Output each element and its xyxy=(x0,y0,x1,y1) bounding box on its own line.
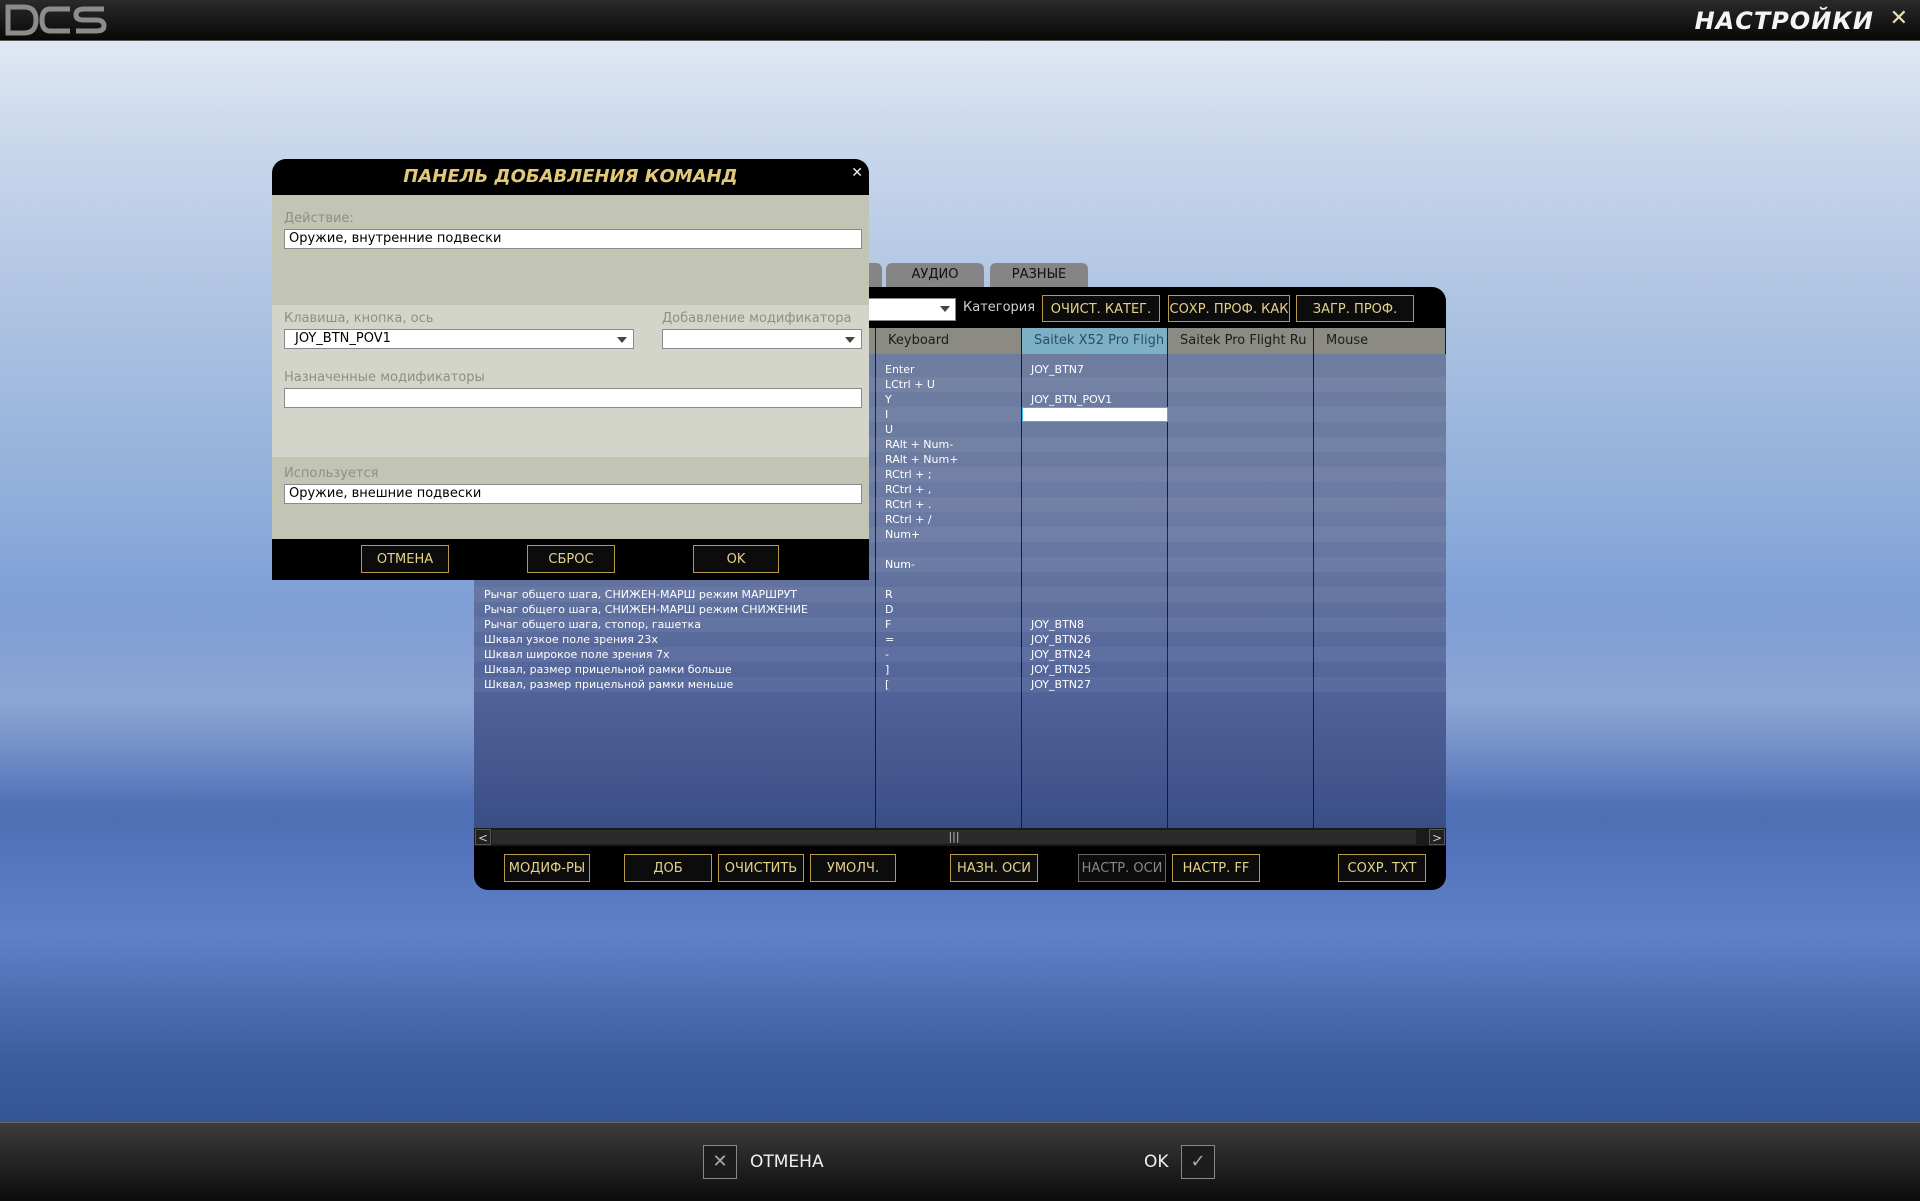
table-row[interactable]: Шквал узкое поле зрения 23x = JOY_BTN26 xyxy=(474,632,1446,647)
row-keyboard[interactable]: U xyxy=(885,423,893,436)
dialog-cancel-button[interactable]: ОТМЕНА xyxy=(361,545,449,573)
selected-cell[interactable] xyxy=(1022,407,1168,422)
row-keyboard[interactable]: I xyxy=(885,408,888,421)
used-label: Используется xyxy=(284,466,379,481)
row-action: Шквал широкое поле зрения 7x xyxy=(484,648,670,661)
row-x52[interactable]: JOY_BTN8 xyxy=(1031,618,1084,631)
tab-misc[interactable]: РАЗНЫЕ xyxy=(990,263,1088,287)
scroll-thumb[interactable]: ||| xyxy=(492,830,1416,844)
row-keyboard[interactable]: RCtrl + / xyxy=(885,513,932,526)
key-combo[interactable]: JOY_BTN_POV1 xyxy=(284,329,634,349)
dcs-logo xyxy=(5,4,107,36)
row-keyboard[interactable]: ] xyxy=(885,663,889,676)
key-section: Клавиша, кнопка, ось JOY_BTN_POV1 Добавл… xyxy=(272,305,869,457)
chevron-down-icon xyxy=(617,337,627,343)
key-combo-value: JOY_BTN_POV1 xyxy=(295,331,391,346)
row-action: Рычаг общего шага, СНИЖЕН-МАРШ режим МАР… xyxy=(484,588,798,601)
assigned-modifiers-field[interactable] xyxy=(284,388,862,408)
row-keyboard[interactable]: R xyxy=(885,588,893,601)
assigned-modifiers-label: Назначенные модификаторы xyxy=(284,370,485,385)
table-row[interactable]: Шквал, размер прицельной рамки меньше [ JO… xyxy=(474,677,1446,692)
used-section: Используется Оружие, внешние подвески xyxy=(272,457,869,539)
header-rudder[interactable]: Saitek Pro Flight Ru xyxy=(1168,328,1314,354)
footer-cancel-label[interactable]: ОТМЕНА xyxy=(750,1152,824,1172)
axis-tune-button[interactable]: НАСТР. ОСИ xyxy=(1078,854,1166,882)
table-row[interactable]: Рычаг общего шага, стопор, гашетка F JOY_B… xyxy=(474,617,1446,632)
category-combo[interactable] xyxy=(862,298,956,321)
horizontal-scrollbar[interactable]: < ||| > xyxy=(474,828,1446,846)
top-bar: НАСТРОЙКИ ✕ xyxy=(0,0,1920,41)
row-x52[interactable]: JOY_BTN7 xyxy=(1031,363,1084,376)
scroll-left-icon[interactable]: < xyxy=(475,829,491,845)
bottom-bar: ✕ ОТМЕНА OK ✓ xyxy=(0,1122,1920,1201)
modifier-combo[interactable] xyxy=(662,329,862,349)
row-action: Шквал, размер прицельной рамки меньше xyxy=(484,678,734,691)
table-row[interactable]: Рычаг общего шага, СНИЖЕН-МАРШ режим СНИ… xyxy=(474,602,1446,617)
row-keyboard[interactable]: = xyxy=(885,633,894,646)
dialog-close-icon[interactable]: ✕ xyxy=(851,165,863,181)
row-keyboard[interactable]: Num- xyxy=(885,558,915,571)
app-title: НАСТРОЙКИ xyxy=(1694,7,1874,35)
assign-axis-button[interactable]: НАЗН. ОСИ xyxy=(950,854,1038,882)
row-x52[interactable]: JOY_BTN_POV1 xyxy=(1031,393,1112,406)
row-keyboard[interactable]: Y xyxy=(885,393,892,406)
dialog-reset-button[interactable]: СБРОС xyxy=(527,545,615,573)
row-keyboard[interactable]: RCtrl + . xyxy=(885,498,931,511)
add-button[interactable]: ДОБ xyxy=(624,854,712,882)
row-keyboard[interactable]: D xyxy=(885,603,893,616)
row-action: Шквал узкое поле зрения 23x xyxy=(484,633,658,646)
chevron-down-icon xyxy=(940,306,950,312)
clear-category-button[interactable]: ОЧИСТ. КАТЕГ. xyxy=(1042,295,1160,322)
table-row[interactable]: Рычаг общего шага, СНИЖЕН-МАРШ режим МАР… xyxy=(474,587,1446,602)
dialog-title: ПАНЕЛЬ ДОБАВЛЕНИЯ КОМАНД xyxy=(403,166,738,187)
action-field[interactable]: Оружие, внутренние подвески xyxy=(284,229,862,249)
row-action: Рычаг общего шага, стопор, гашетка xyxy=(484,618,702,631)
ff-tune-button[interactable]: НАСТР. FF xyxy=(1172,854,1260,882)
close-icon[interactable]: ✕ xyxy=(1890,6,1908,31)
cancel-icon[interactable]: ✕ xyxy=(703,1145,737,1179)
header-keyboard[interactable]: Keyboard xyxy=(876,328,1022,354)
table-row[interactable]: Шквал, размер прицельной рамки больше] JO… xyxy=(474,662,1446,677)
footer-ok-label[interactable]: OK xyxy=(1144,1152,1169,1172)
row-keyboard[interactable]: Enter xyxy=(885,363,915,376)
row-keyboard[interactable]: - xyxy=(885,648,889,661)
action-label: Действие: xyxy=(284,211,354,226)
row-keyboard[interactable]: RCtrl + ; xyxy=(885,468,932,481)
chevron-down-icon xyxy=(845,337,855,343)
save-txt-button[interactable]: СОХР. TXT xyxy=(1338,854,1426,882)
row-action: Шквал, размер прицельной рамки больше xyxy=(484,663,732,676)
dialog-ok-button[interactable]: OK xyxy=(693,545,779,573)
key-label: Клавиша, кнопка, ось xyxy=(284,311,434,326)
header-x52[interactable]: Saitek X52 Pro Fligh xyxy=(1022,328,1168,354)
add-command-dialog: ПАНЕЛЬ ДОБАВЛЕНИЯ КОМАНД ✕ Действие: Ору… xyxy=(272,159,869,580)
row-x52[interactable]: JOY_BTN26 xyxy=(1031,633,1091,646)
modifiers-button[interactable]: МОДИФ-РЫ xyxy=(504,854,590,882)
row-action: Рычаг общего шага, СНИЖЕН-МАРШ режим СНИ… xyxy=(484,603,808,616)
load-profile-button[interactable]: ЗАГР. ПРОФ. xyxy=(1296,295,1414,322)
save-profile-button[interactable]: СОХР. ПРОФ. КАК xyxy=(1168,295,1290,322)
category-label: Категория xyxy=(963,300,1036,315)
checkmark-icon[interactable]: ✓ xyxy=(1181,1145,1215,1179)
row-keyboard[interactable]: LCtrl + U xyxy=(885,378,935,391)
clear-button[interactable]: ОЧИСТИТЬ xyxy=(718,854,804,882)
action-section: Действие: Оружие, внутренние подвески xyxy=(272,195,869,305)
row-keyboard[interactable]: RCtrl + , xyxy=(885,483,931,496)
row-x52[interactable]: JOY_BTN24 xyxy=(1031,648,1091,661)
header-mouse[interactable]: Mouse xyxy=(1314,328,1446,354)
table-row[interactable]: Шквал широкое поле зрения 7x - JOY_BTN24 xyxy=(474,647,1446,662)
row-keyboard[interactable]: F xyxy=(885,618,891,631)
scroll-right-icon[interactable]: > xyxy=(1429,829,1445,845)
row-x52[interactable]: JOY_BTN27 xyxy=(1031,678,1091,691)
used-field[interactable]: Оружие, внешние подвески xyxy=(284,484,862,504)
row-keyboard[interactable]: RAlt + Num- xyxy=(885,438,953,451)
row-keyboard[interactable]: RAlt + Num+ xyxy=(885,453,958,466)
tab-audio[interactable]: АУДИО xyxy=(886,263,984,287)
row-x52[interactable]: JOY_BTN25 xyxy=(1031,663,1091,676)
modifier-label: Добавление модификатора xyxy=(662,311,852,326)
row-keyboard[interactable]: [ xyxy=(885,678,889,691)
row-keyboard[interactable]: Num+ xyxy=(885,528,920,541)
default-button[interactable]: УМОЛЧ. xyxy=(810,854,896,882)
